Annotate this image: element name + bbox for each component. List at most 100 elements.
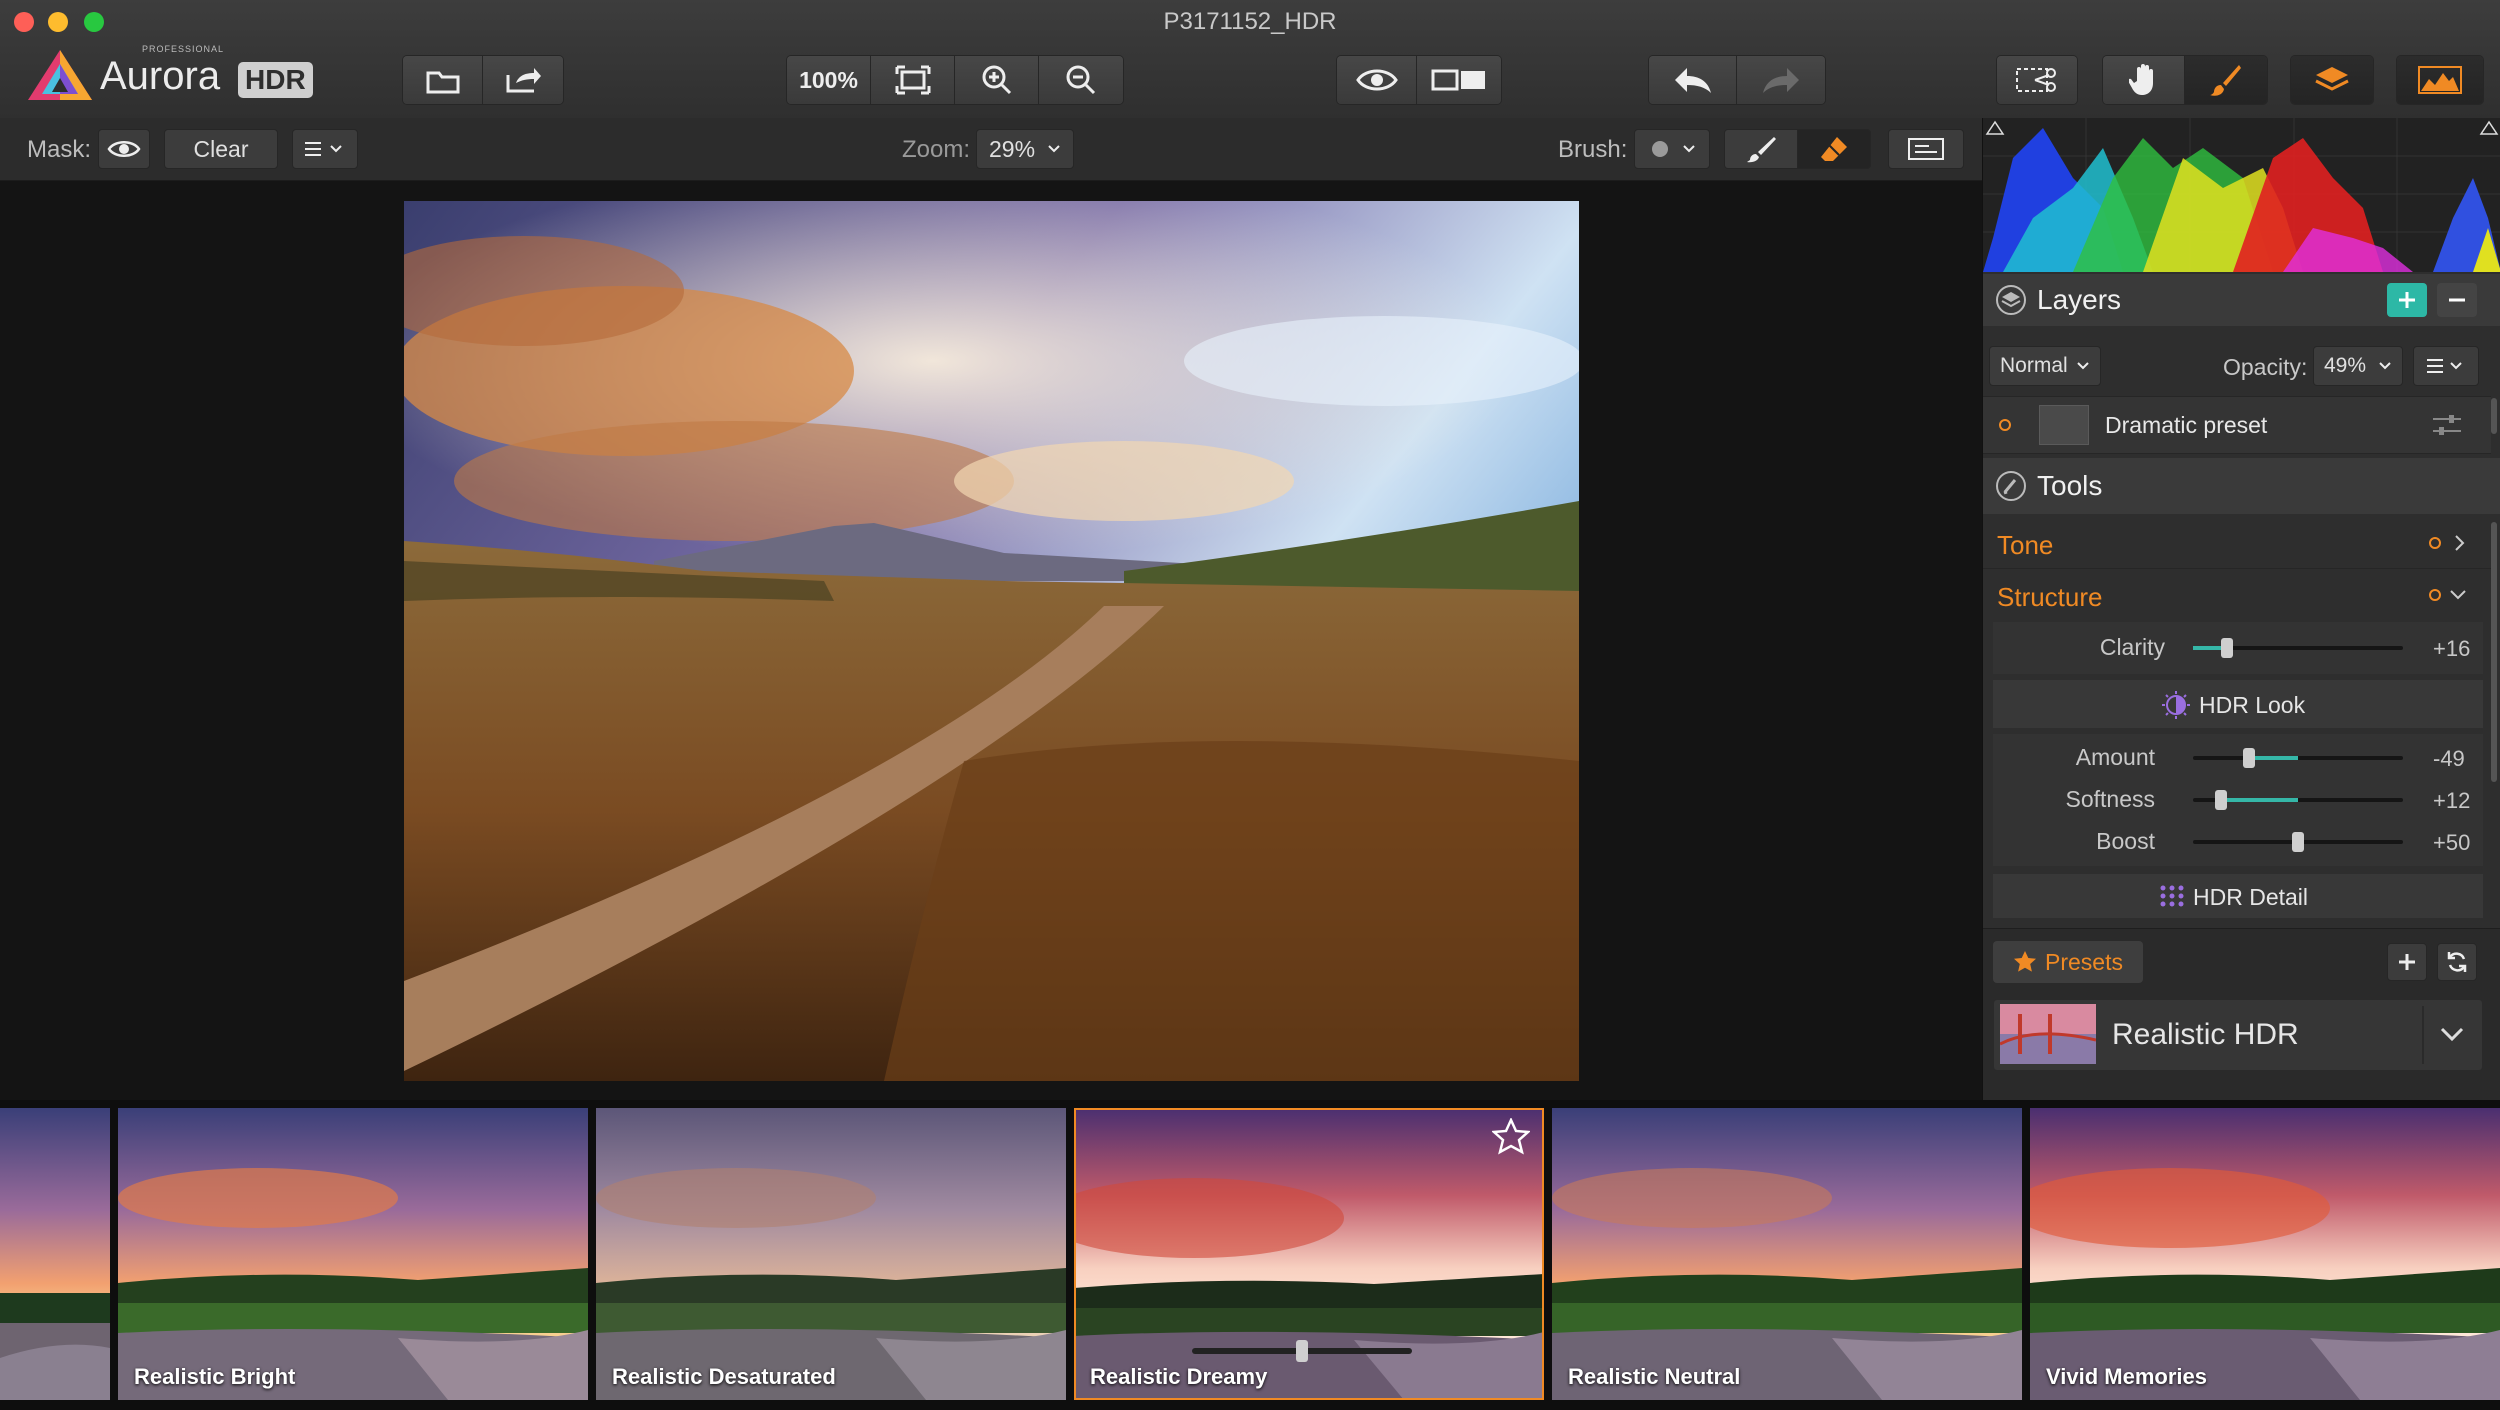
preset-thumb-partial[interactable] — [0, 1108, 110, 1400]
preset-category-dropdown[interactable]: Realistic HDR — [1993, 999, 2483, 1071]
histogram-icon — [2418, 66, 2462, 94]
boost-knob[interactable] — [2292, 832, 2304, 852]
paint-brush-button[interactable] — [1725, 130, 1798, 168]
eraser-button[interactable] — [1798, 130, 1870, 168]
softness-value: +12 — [2433, 788, 2471, 813]
softness-knob[interactable] — [2215, 790, 2227, 810]
tone-active-dot[interactable] — [2429, 537, 2441, 549]
brush-tool-button[interactable] — [2185, 56, 2267, 104]
remove-layer-button[interactable] — [2437, 283, 2477, 317]
layers-title: Layers — [2037, 284, 2122, 315]
hdr-detail-title: HDR Detail — [2193, 884, 2309, 910]
title-toolbar: P3171152_HDR PROFESSIONAL Aurora HDR 100… — [0, 0, 2500, 119]
tone-title: Tone — [1997, 530, 2054, 560]
amount-knob[interactable] — [2243, 748, 2255, 768]
mask-visibility-button[interactable] — [98, 129, 150, 169]
softness-fill — [2221, 798, 2298, 802]
histogram-toggle-button[interactable] — [2397, 56, 2483, 104]
preset-preview — [118, 1108, 588, 1400]
hdr-detail-header[interactable]: HDR Detail — [1993, 874, 2483, 918]
brush-size-dropdown[interactable] — [1634, 129, 1710, 169]
preview-button[interactable] — [1337, 56, 1417, 104]
eye-icon — [107, 141, 141, 157]
presets-tab-label: Presets — [2045, 948, 2123, 975]
add-preset-button[interactable] — [2387, 943, 2427, 981]
zoom-dropdown[interactable]: 29% — [976, 129, 1074, 169]
chevron-down-icon — [2077, 362, 2089, 370]
preset-label: Realistic Bright — [134, 1364, 296, 1389]
clear-mask-button[interactable]: Clear — [164, 129, 278, 169]
zoom-label: Zoom: — [902, 136, 971, 163]
zoom-in-button[interactable] — [955, 56, 1039, 104]
preset-label: Realistic Desaturated — [612, 1364, 836, 1389]
tools-icon — [1996, 471, 2026, 501]
app-logo: PROFESSIONAL Aurora HDR — [26, 44, 313, 107]
zoom-value: 29% — [989, 135, 1036, 162]
refresh-icon — [2447, 952, 2467, 972]
scissors-icon — [2016, 68, 2056, 92]
clarity-slider[interactable] — [2193, 638, 2403, 658]
image-canvas[interactable] — [0, 181, 1982, 1100]
layer-adjust-icon[interactable] — [2431, 413, 2463, 437]
preset-thumb-realistic-desaturated[interactable]: Realistic Desaturated — [596, 1108, 1066, 1400]
minus-icon — [2449, 298, 2465, 302]
tools-header: Tools — [1983, 458, 2500, 514]
mask-tool-group — [1996, 55, 2078, 105]
preset-thumb-vivid-memories[interactable]: Vivid Memories — [2030, 1108, 2500, 1400]
chevron-down-icon — [2379, 362, 2391, 370]
crop-tool-button[interactable] — [1997, 56, 2077, 104]
preset-amount-slider[interactable] — [1192, 1340, 1412, 1362]
zoom-100-button[interactable]: 100% — [787, 56, 871, 104]
presets-tab[interactable]: Presets — [1993, 941, 2143, 983]
hand-icon — [2128, 64, 2153, 95]
compare-button[interactable] — [1417, 56, 1501, 104]
hdr-look-header[interactable]: HDR Look — [1993, 680, 2483, 728]
clarity-knob[interactable] — [2221, 638, 2233, 658]
zoom-in-icon — [982, 65, 1011, 95]
undo-button[interactable] — [1649, 56, 1737, 104]
right-panel: Layers Normal Opacity: 49% Dramatic pres… — [1982, 118, 2500, 1101]
blend-mode-dropdown[interactable]: Normal — [1989, 346, 2101, 386]
layer-visibility-dot[interactable] — [1999, 419, 2011, 431]
layers-header: Layers — [1983, 274, 2500, 326]
close-window-button[interactable] — [14, 12, 34, 32]
add-layer-button[interactable] — [2387, 283, 2427, 317]
layer-menu-button[interactable] — [2413, 346, 2479, 386]
layers-scrollbar[interactable] — [2491, 398, 2497, 434]
layer-item[interactable]: Dramatic preset — [1983, 396, 2491, 454]
mask-bar: Mask: Clear Zoom: 29% Brush: — [0, 118, 1982, 181]
redo-button[interactable] — [1737, 56, 1825, 104]
layers-toggle-button[interactable] — [2291, 56, 2373, 104]
hand-tool-button[interactable] — [2103, 56, 2185, 104]
folder-icon — [426, 71, 459, 94]
window-title: P3171152_HDR — [1163, 8, 1337, 35]
preset-thumb-realistic-bright[interactable]: Realistic Bright — [118, 1108, 588, 1400]
open-button[interactable] — [403, 56, 483, 104]
preset-amount-knob[interactable] — [1296, 1340, 1308, 1362]
fit-screen-button[interactable] — [871, 56, 955, 104]
softness-label: Softness — [2065, 786, 2156, 812]
mask-menu-button[interactable] — [292, 129, 358, 169]
histogram-toggle-group — [2396, 55, 2484, 105]
mask-options-button[interactable] — [1888, 129, 1964, 169]
amount-slider[interactable] — [2193, 748, 2403, 768]
logo-name: Aurora — [100, 54, 221, 98]
brush-size-icon — [1652, 141, 1695, 157]
preset-thumb-realistic-dreamy[interactable]: Realistic Dreamy — [1074, 1108, 1544, 1400]
tools-scrollbar[interactable] — [2491, 522, 2497, 782]
zoom-controls: 100% — [786, 55, 1124, 105]
zoom-out-button[interactable] — [1039, 56, 1123, 104]
share-button[interactable] — [483, 56, 563, 104]
sync-presets-button[interactable] — [2437, 943, 2477, 981]
minimize-window-button[interactable] — [48, 12, 68, 32]
tone-section[interactable]: Tone — [1983, 518, 2491, 569]
menu-chevron-icon — [305, 142, 342, 156]
boost-slider[interactable] — [2193, 832, 2403, 852]
structure-section[interactable]: Structure — [1983, 570, 2491, 620]
favorite-star-icon[interactable] — [1492, 1118, 1530, 1156]
structure-active-dot[interactable] — [2429, 589, 2441, 601]
zoom-window-button[interactable] — [84, 12, 104, 32]
softness-slider[interactable] — [2193, 790, 2403, 810]
preset-thumb-realistic-neutral[interactable]: Realistic Neutral — [1552, 1108, 2022, 1400]
opacity-dropdown[interactable]: 49% — [2313, 346, 2403, 386]
